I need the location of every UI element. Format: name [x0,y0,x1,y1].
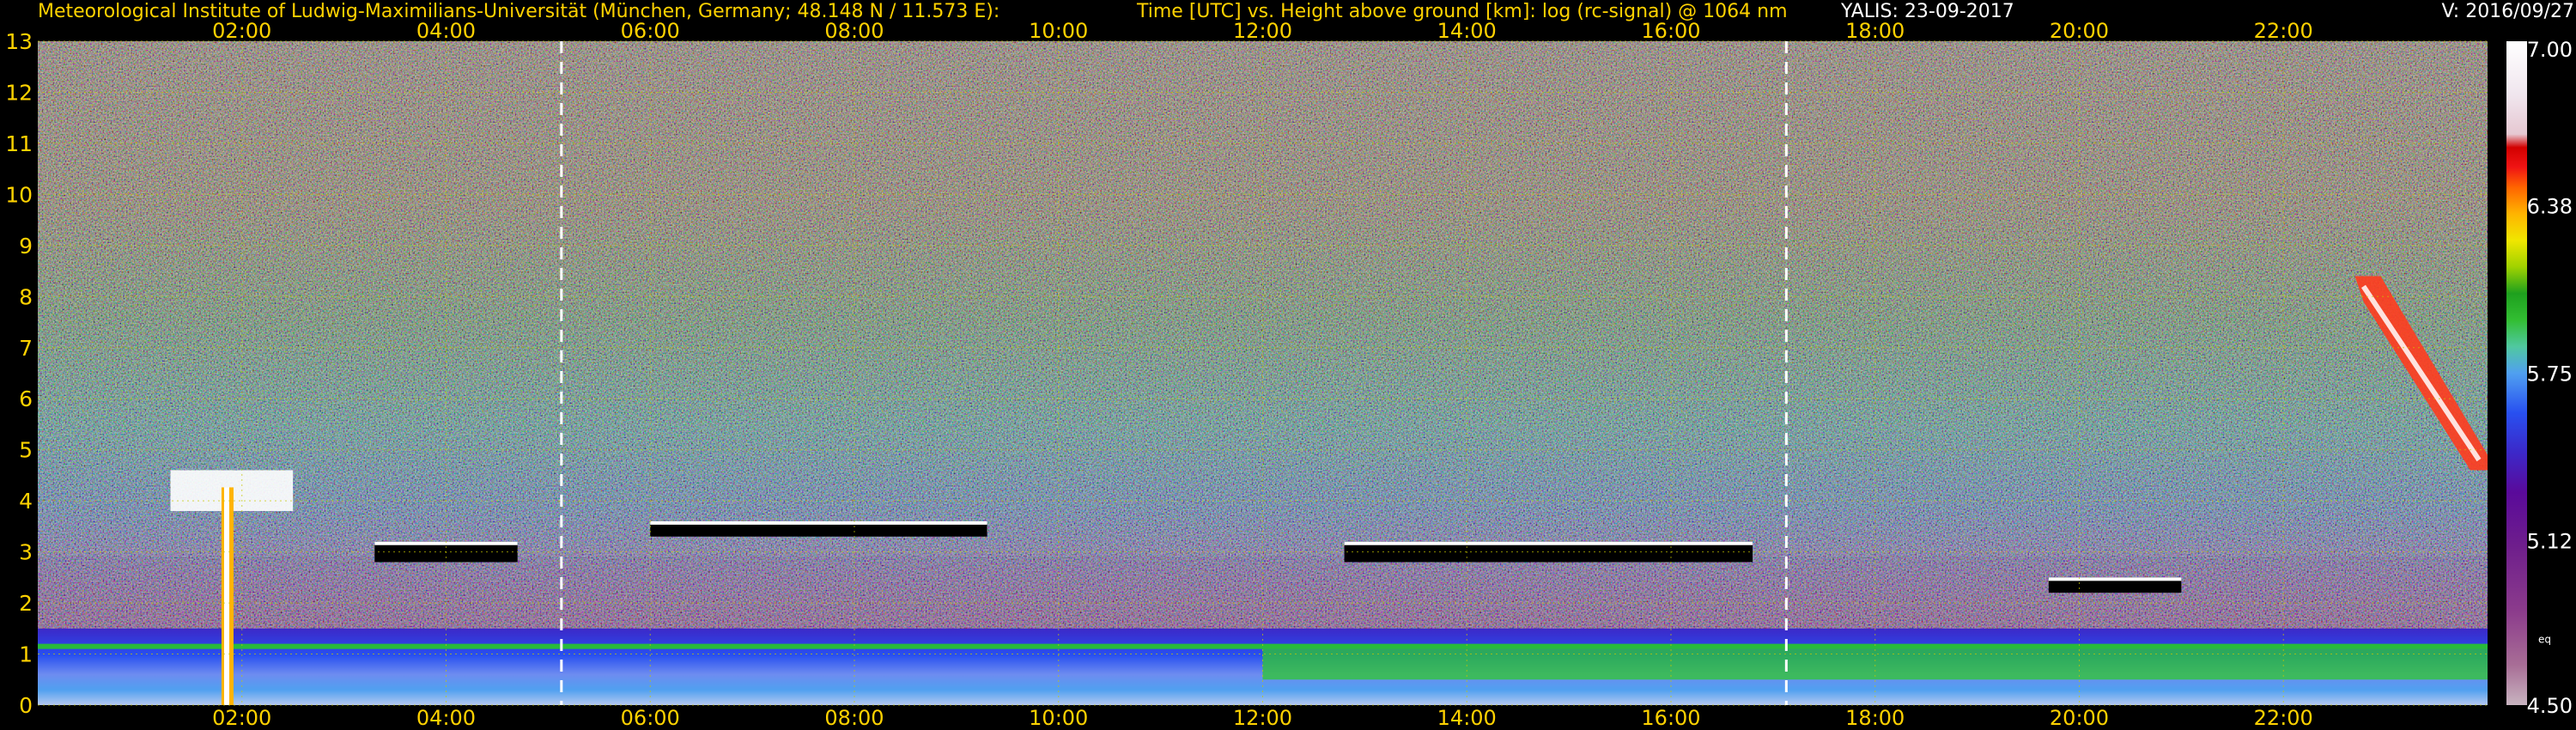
colorbar-tick-label: 6.38 [2527,195,2573,219]
y-tick-label: 6 [19,386,33,411]
x-tick-label-top: 04:00 [416,19,476,43]
x-tick-label-bottom: 14:00 [1437,706,1497,730]
y-tick-label: 0 [19,693,33,718]
y-tick-label: 5 [19,438,33,463]
x-tick-label-bottom: 10:00 [1029,706,1088,730]
boundary-layer-green [1262,648,2488,680]
x-axis-top: 02:00 04:00 06:00 08:00 10:00 12:00 14:00 16:00… [212,19,2313,43]
colorbar [2506,41,2527,705]
x-tick-label-top: 08:00 [824,19,884,43]
x-tick-label-bottom: 12:00 [1233,706,1292,730]
y-tick-label: 9 [19,234,33,259]
x-tick-label-top: 22:00 [2254,19,2313,43]
x-tick-label-top: 06:00 [621,19,680,43]
x-tick-label-bottom: 04:00 [416,706,476,730]
cloud-top [650,520,987,525]
cloud-top [2048,577,2182,581]
y-tick-label: 8 [19,284,33,309]
x-tick-label-bottom: 02:00 [212,706,271,730]
x-tick-label-bottom: 22:00 [2254,706,2313,730]
y-tick-label: 4 [19,489,33,514]
x-tick-label-bottom: 08:00 [824,706,884,730]
colorbar-small-label: eq [2538,634,2551,646]
x-tick-label-bottom: 18:00 [1845,706,1905,730]
y-tick-label: 11 [5,131,33,156]
colorbar-tick-label: 7.00 [2527,38,2573,62]
y-tick-label: 12 [5,80,33,105]
colorbar-tick-label: 5.12 [2527,529,2573,553]
y-tick-label: 1 [19,642,33,667]
y-tick-label: 7 [19,336,33,361]
y-tick-label: 2 [19,591,33,616]
x-tick-label-top: 18:00 [1845,19,1905,43]
x-tick-label-bottom: 06:00 [621,706,680,730]
x-tick-label-bottom: 16:00 [1641,706,1700,730]
x-tick-label-top: 16:00 [1641,19,1700,43]
y-axis: 012345678910111213 [5,29,33,718]
colorbar-fill [2506,41,2527,705]
x-tick-label-top: 20:00 [2050,19,2109,43]
x-tick-label-bottom: 20:00 [2050,706,2109,730]
y-tick-label: 3 [19,540,33,565]
colorbar-labels: 7.00 6.38 5.75 5.12 4.50 eq [2527,38,2573,718]
x-axis-bottom: 02:00 04:00 06:00 08:00 10:00 12:00 14:00 16:00… [212,706,2313,730]
lidar-chart: 02:00 04:00 06:00 08:00 10:00 12:00 14:00 16:00… [5,19,2573,730]
x-tick-label-top: 14:00 [1437,19,1497,43]
y-tick-label: 13 [5,29,33,54]
precip-shaft-core [223,487,229,705]
colorbar-tick-label: 5.75 [2527,362,2573,386]
cloud-top [1344,541,1753,545]
colorbar-tick-label: 4.50 [2527,694,2573,718]
x-tick-label-top: 02:00 [212,19,271,43]
x-tick-label-top: 12:00 [1233,19,1292,43]
x-tick-label-top: 10:00 [1029,19,1088,43]
y-tick-label: 10 [5,182,33,207]
